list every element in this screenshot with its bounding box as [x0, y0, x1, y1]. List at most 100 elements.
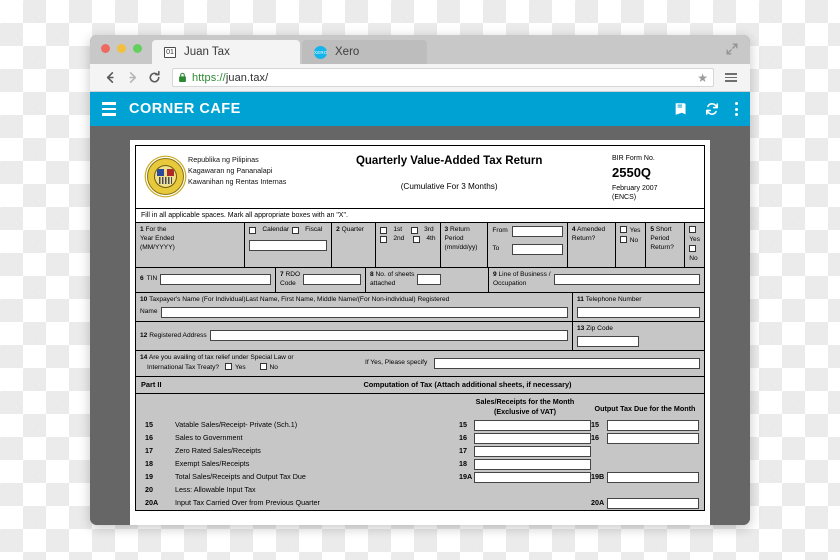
field-11-telephone[interactable]: 11 Telephone Number [573, 292, 704, 321]
input-sheets-attached[interactable] [417, 274, 442, 286]
checkbox-short-yes[interactable] [689, 226, 697, 234]
input-sales-17[interactable] [474, 445, 591, 457]
field-number: 5 [650, 226, 655, 234]
input-sales-19a[interactable] [474, 471, 591, 483]
url-text: https://juan.tax/ [192, 72, 268, 84]
checkbox-calendar[interactable] [249, 227, 257, 235]
browser-window: 01 Juan Tax XERO Xero https://juan.tax/ … [90, 35, 750, 525]
close-window-button[interactable] [101, 44, 110, 53]
table-row: 17 Zero Rated Sales/Receipts 17 [141, 445, 699, 458]
input-return-period-from[interactable] [512, 226, 563, 238]
input-year-ended[interactable] [249, 240, 328, 252]
input-output-16[interactable] [607, 432, 699, 444]
bir-seal-icon [142, 151, 188, 203]
field-8-sheets-attached[interactable]: 8 No. of sheets attached [366, 267, 489, 292]
row-number: 20 [145, 485, 153, 495]
field-2-quarter-options[interactable]: 1st 3rd 2nd 4th [376, 223, 441, 267]
back-button[interactable] [99, 67, 121, 89]
url-host: juan.tax/ [225, 71, 269, 84]
field-13-zip-code[interactable]: 13 Zip Code [573, 321, 704, 351]
field-1-year-ended[interactable]: 1 For the Year Ended (MM/YYYY) [136, 223, 246, 267]
input-tin[interactable] [160, 274, 271, 286]
field-1-options[interactable]: Calendar Fiscal [245, 223, 333, 267]
field-10-taxpayer-name[interactable]: 10 Taxpayer's Name (For Individual)Last … [136, 292, 573, 321]
checkbox-amended-yes[interactable] [619, 226, 627, 234]
field-9-line-of-business[interactable]: 9 Line of Business / Occupation [489, 267, 704, 292]
checkbox-q3[interactable] [411, 227, 419, 235]
input-tax-relief-specify[interactable] [434, 358, 700, 370]
input-taxpayer-name[interactable] [160, 306, 568, 318]
overflow-dots-icon[interactable] [735, 102, 738, 116]
computation-table-header: Sales/Receipts for the Month (Exclusive … [141, 397, 699, 418]
table-row: 18 Exempt Sales/Receipts 18 [141, 458, 699, 471]
checkbox-fiscal[interactable] [292, 227, 300, 235]
checkbox-q4[interactable] [413, 236, 421, 244]
maximize-window-button[interactable] [133, 44, 142, 53]
field-6-tin[interactable]: 6 TIN [136, 267, 276, 292]
row-key-output: 15 [591, 420, 599, 430]
reload-button[interactable] [143, 67, 165, 89]
bir-form-number-block: BIR Form No. 2550Q February 2007 (ENCS) [612, 151, 698, 203]
input-output-15[interactable] [607, 419, 699, 431]
tab-xero[interactable]: XERO Xero [302, 40, 427, 64]
browser-menu-button[interactable] [721, 72, 741, 83]
input-line-of-business[interactable] [553, 274, 700, 286]
input-rdo-code[interactable] [303, 274, 361, 286]
row-key-output: 19B [591, 472, 605, 482]
row-description: Less: Allowable Input Tax [175, 485, 256, 495]
field-4-amended-options[interactable]: Yes No [615, 223, 647, 267]
part-2-title: Computation of Tax (Attach additional sh… [363, 380, 572, 390]
address-bar[interactable]: https://juan.tax/ ★ [172, 68, 714, 87]
input-telephone[interactable] [577, 306, 700, 318]
checkbox-short-no[interactable] [689, 245, 697, 253]
field-5-short-period-options[interactable]: Yes No [685, 223, 704, 267]
field-number: 13 [577, 324, 585, 332]
input-zip-code[interactable] [577, 336, 639, 348]
checkbox-q1[interactable] [380, 227, 388, 235]
field-7-rdo-code[interactable]: 7 RDO Code [276, 267, 366, 292]
input-sales-18[interactable] [474, 458, 591, 470]
refresh-sync-icon[interactable] [704, 101, 720, 117]
field-number: 14 [140, 354, 148, 362]
tab-juan-tax[interactable]: 01 Juan Tax [152, 40, 300, 64]
field-label: Taxpayer's Name (For Individual)Last Nam… [149, 295, 450, 303]
checkbox-amended-no[interactable] [619, 236, 627, 244]
row-description: Zero Rated Sales/Receipts [175, 446, 261, 456]
field-number: 2 [336, 226, 340, 234]
forward-button[interactable] [121, 67, 143, 89]
minimize-window-button[interactable] [117, 44, 126, 53]
input-return-period-to[interactable] [512, 244, 563, 256]
input-output-19b[interactable] [607, 471, 699, 483]
bookmark-star-icon[interactable]: ★ [697, 72, 708, 84]
checkbox-q2[interactable] [380, 236, 388, 244]
checkbox-tax-relief-no[interactable] [259, 363, 267, 371]
field-number: 4 [571, 226, 576, 234]
option-label: Yes [234, 364, 246, 372]
field-3-return-period-inputs[interactable]: From To [488, 223, 568, 267]
form-row-10-11: 10 Taxpayer's Name (For Individual)Last … [136, 292, 704, 322]
field-label: Zip Code [586, 324, 613, 332]
field-label: International Tax Treaty? [147, 364, 220, 372]
book-icon[interactable] [673, 101, 689, 117]
row-number: 15 [145, 420, 153, 430]
field-14-tax-relief[interactable]: 14 Are you availing of tax relief under … [136, 351, 704, 377]
field-label: attached [370, 279, 396, 287]
field-12-registered-address[interactable]: 12 Registered Address [136, 321, 573, 351]
hamburger-menu-icon[interactable] [102, 102, 116, 116]
option-label: Yes [689, 236, 700, 244]
tab-title: Xero [335, 46, 360, 58]
option-label: No [269, 364, 278, 372]
field-5-short-period-label: 5 Short Period Return? [646, 223, 686, 267]
expand-arrows-icon[interactable] [725, 42, 739, 56]
field-label: Return? [571, 235, 596, 243]
bir-form-encs: (ENCS) [612, 194, 637, 202]
input-sales-15[interactable] [474, 419, 591, 431]
agency-line: Kawanihan ng Rentas Internas [188, 177, 287, 187]
input-registered-address[interactable] [209, 330, 568, 342]
window-controls[interactable] [101, 44, 142, 53]
table-row: 16 Sales to Government 16 16 [141, 432, 699, 445]
row-number: 20A [145, 498, 159, 508]
checkbox-tax-relief-yes[interactable] [224, 363, 232, 371]
input-output-20a[interactable] [607, 497, 699, 509]
input-sales-16[interactable] [474, 432, 591, 444]
